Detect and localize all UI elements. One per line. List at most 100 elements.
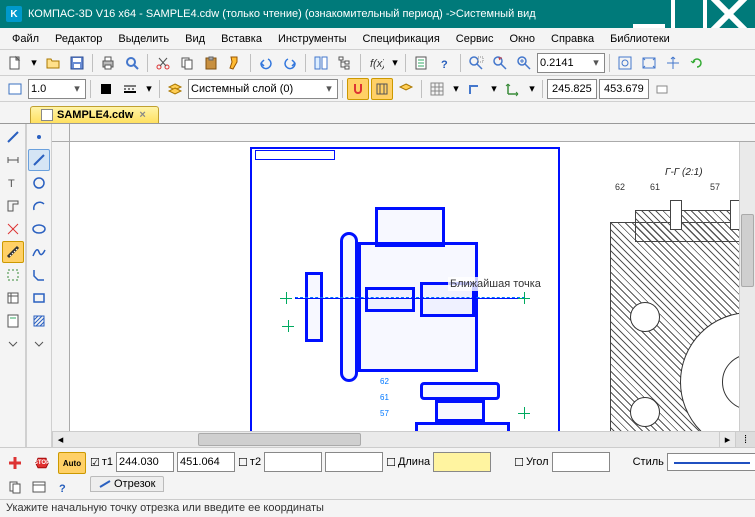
- help-button[interactable]: ?: [434, 52, 456, 74]
- stop-button[interactable]: STOP: [28, 452, 56, 474]
- rect-tool[interactable]: [28, 287, 50, 309]
- split-handle[interactable]: ⁞: [735, 432, 755, 447]
- view-icon[interactable]: [4, 78, 26, 100]
- drawing-viewport[interactable]: 62 61 57 Ближайшая точка Г-Г (2:1): [70, 142, 755, 431]
- jail-toggle[interactable]: [371, 78, 393, 100]
- dims-panel-button[interactable]: [2, 149, 24, 171]
- zoom-fit-button[interactable]: [614, 52, 636, 74]
- line-tool[interactable]: [28, 149, 50, 171]
- chamfer-tool[interactable]: [28, 264, 50, 286]
- zoom-value[interactable]: [540, 57, 590, 69]
- minimize-button[interactable]: [629, 0, 669, 28]
- menu-spec[interactable]: Спецификация: [355, 30, 448, 48]
- local-cs-dropdown[interactable]: ▾: [526, 78, 538, 100]
- print-button[interactable]: [97, 52, 119, 74]
- zoom-previous-button[interactable]: [489, 52, 511, 74]
- t2-y-input[interactable]: [325, 452, 383, 472]
- maximize-button[interactable]: [669, 0, 709, 28]
- menu-view[interactable]: Вид: [177, 30, 213, 48]
- ellipse-tool[interactable]: [28, 218, 50, 240]
- zoom-window-button[interactable]: [465, 52, 487, 74]
- close-tab-button[interactable]: ×: [137, 109, 147, 121]
- pan-button[interactable]: [662, 52, 684, 74]
- save-button[interactable]: [66, 52, 88, 74]
- report-panel-button[interactable]: [2, 310, 24, 332]
- line-style-combo[interactable]: [667, 453, 755, 471]
- zoom-all-button[interactable]: [638, 52, 660, 74]
- vscroll-thumb[interactable]: [741, 214, 754, 286]
- zoom-input[interactable]: ▾: [537, 53, 605, 73]
- t2-checkbox[interactable]: ☐т2: [238, 456, 261, 469]
- remember-state-button[interactable]: [28, 476, 50, 498]
- open-button[interactable]: [42, 52, 64, 74]
- snap-toggle[interactable]: [347, 78, 369, 100]
- t2-x-input[interactable]: [264, 452, 322, 472]
- param-panel-button[interactable]: [2, 218, 24, 240]
- spec-panel-button[interactable]: [2, 287, 24, 309]
- menu-edit[interactable]: Редактор: [47, 30, 110, 48]
- local-cs-button[interactable]: [502, 78, 524, 100]
- chevron-down-icon[interactable]: ▾: [71, 82, 83, 95]
- ortho-button[interactable]: [464, 78, 486, 100]
- layer-vis-icon[interactable]: [395, 78, 417, 100]
- vars-dropdown[interactable]: ▾: [389, 52, 401, 74]
- edit-panel-button[interactable]: [2, 195, 24, 217]
- hscroll-left[interactable]: ◂: [52, 432, 68, 447]
- help-prop-button[interactable]: ?: [52, 476, 74, 498]
- menu-insert[interactable]: Вставка: [213, 30, 270, 48]
- auto-button[interactable]: Auto: [58, 452, 86, 474]
- length-input[interactable]: [433, 452, 491, 472]
- overflow-button[interactable]: [2, 333, 24, 355]
- create-button[interactable]: [4, 452, 26, 474]
- style-dropdown[interactable]: ▾: [143, 78, 155, 100]
- format-painter-button[interactable]: [224, 52, 246, 74]
- measure-panel-button[interactable]: [2, 241, 24, 263]
- cut-button[interactable]: [152, 52, 174, 74]
- copy-button[interactable]: [176, 52, 198, 74]
- menu-libs[interactable]: Библиотеки: [602, 30, 678, 48]
- redo-button[interactable]: [279, 52, 301, 74]
- vars-button[interactable]: f(x): [365, 52, 387, 74]
- hscroll-thumb[interactable]: [198, 433, 361, 446]
- hscroll-track[interactable]: [68, 432, 719, 447]
- color-button[interactable]: [95, 78, 117, 100]
- point-tool[interactable]: [28, 126, 50, 148]
- redraw-button[interactable]: [686, 52, 708, 74]
- menu-window[interactable]: Окно: [501, 30, 543, 48]
- t1-checkbox[interactable]: ☑т1: [90, 456, 113, 469]
- coord-button[interactable]: [651, 78, 673, 100]
- menu-select[interactable]: Выделить: [110, 30, 177, 48]
- grid-dropdown[interactable]: ▾: [450, 78, 462, 100]
- new-doc-button[interactable]: [4, 52, 26, 74]
- menu-help[interactable]: Справка: [543, 30, 602, 48]
- paste-button[interactable]: [200, 52, 222, 74]
- horizontal-scrollbar[interactable]: ◂ ▸ ⁞: [52, 431, 755, 447]
- preview-button[interactable]: [121, 52, 143, 74]
- geometry-panel-button[interactable]: [2, 126, 24, 148]
- undo-button[interactable]: [255, 52, 277, 74]
- notation-panel-button[interactable]: T: [2, 172, 24, 194]
- hscroll-right[interactable]: ▸: [719, 432, 735, 447]
- chevron-down-icon[interactable]: ▾: [590, 56, 602, 69]
- drawing-canvas[interactable]: 62 61 57 Ближайшая точка Г-Г (2:1): [52, 124, 755, 431]
- angle-checkbox[interactable]: ☐Угол: [514, 456, 548, 469]
- layer-icon[interactable]: [164, 78, 186, 100]
- new-doc-dropdown[interactable]: ▾: [28, 52, 40, 74]
- document-tab[interactable]: SAMPLE4.cdw ×: [30, 106, 159, 123]
- ortho-dropdown[interactable]: ▾: [488, 78, 500, 100]
- t1-y-input[interactable]: [177, 452, 235, 472]
- menu-service[interactable]: Сервис: [448, 30, 502, 48]
- props-button[interactable]: [410, 52, 432, 74]
- menu-file[interactable]: Файл: [4, 30, 47, 48]
- select-panel-button[interactable]: [2, 264, 24, 286]
- zoom-in-button[interactable]: [513, 52, 535, 74]
- manager-button[interactable]: [310, 52, 332, 74]
- vertical-scrollbar[interactable]: [739, 142, 755, 431]
- overflow2-button[interactable]: [28, 333, 50, 355]
- scale-value[interactable]: [31, 83, 71, 95]
- copy-props-button[interactable]: [4, 476, 26, 498]
- t1-x-input[interactable]: [116, 452, 174, 472]
- close-button[interactable]: [709, 0, 749, 28]
- menu-tools[interactable]: Инструменты: [270, 30, 355, 48]
- scale-combo[interactable]: ▾: [28, 79, 86, 99]
